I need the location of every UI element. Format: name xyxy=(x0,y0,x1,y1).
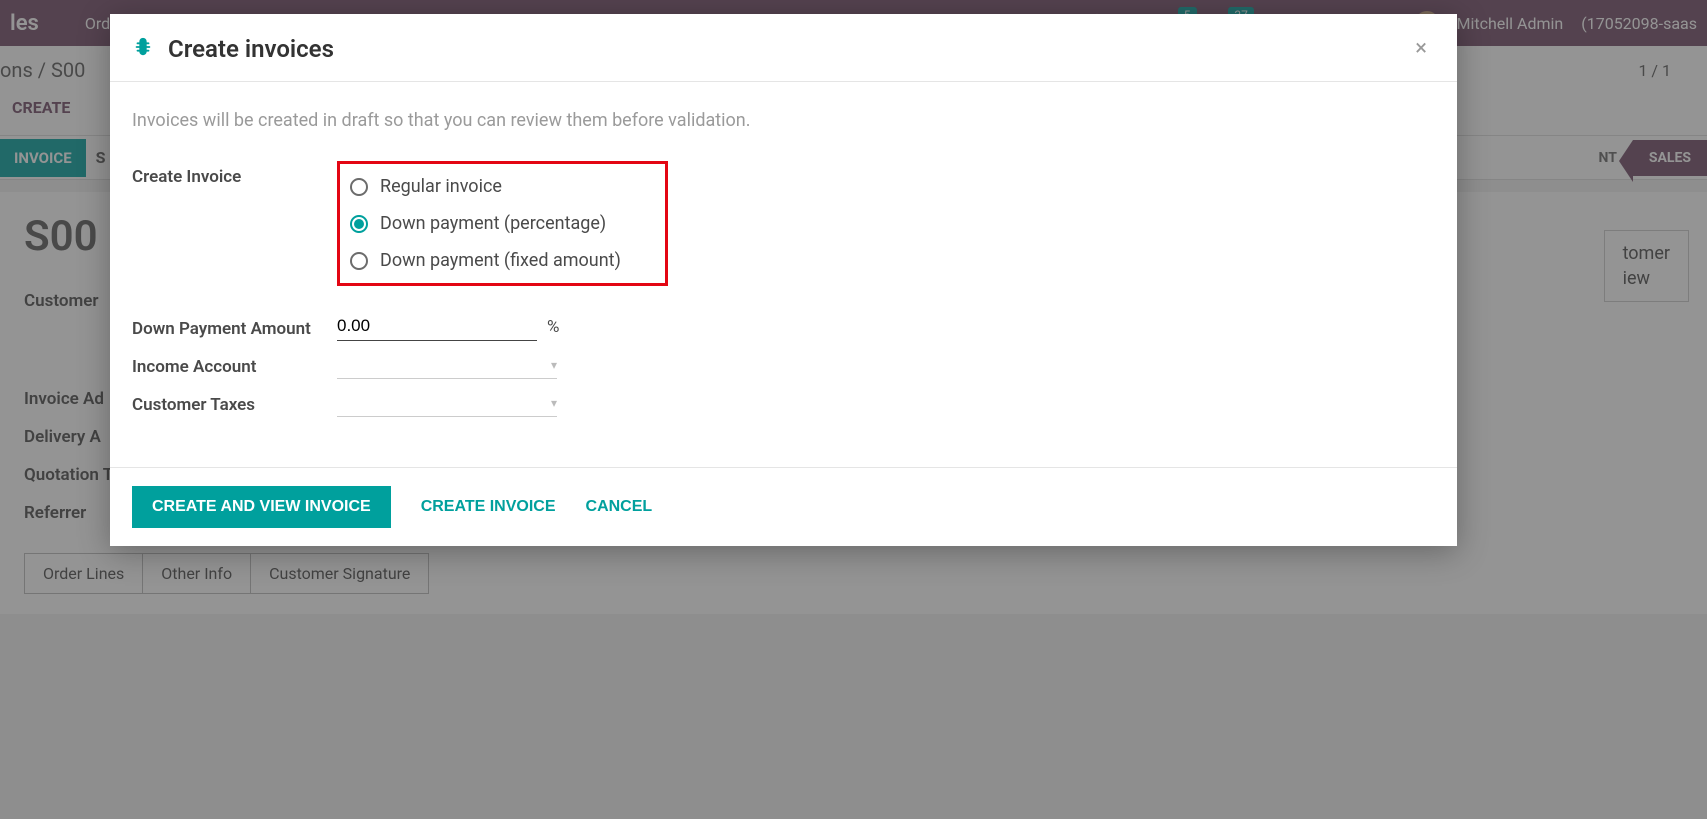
close-icon[interactable]: × xyxy=(1407,32,1435,65)
label-create-invoice: Create Invoice xyxy=(132,161,337,187)
radio-icon xyxy=(350,178,368,196)
invoice-type-radio-group: Regular invoice Down payment (percentage… xyxy=(337,161,668,286)
customer-taxes-dropdown[interactable]: ▾ xyxy=(337,389,557,417)
chevron-down-icon: ▾ xyxy=(551,358,557,372)
label-income-account: Income Account xyxy=(132,351,337,377)
label-customer-taxes: Customer Taxes xyxy=(132,389,337,415)
create-invoices-modal: Create invoices × Invoices will be creat… xyxy=(110,14,1457,546)
radio-down-payment-percentage[interactable]: Down payment (percentage) xyxy=(350,213,621,234)
radio-icon xyxy=(350,252,368,270)
radio-label-fixed: Down payment (fixed amount) xyxy=(380,250,621,271)
modal-footer: CREATE AND VIEW INVOICE CREATE INVOICE C… xyxy=(110,467,1457,546)
income-account-dropdown[interactable]: ▾ xyxy=(337,351,557,379)
radio-regular-invoice[interactable]: Regular invoice xyxy=(350,176,621,197)
modal-title: Create invoices xyxy=(168,35,334,63)
modal-body: Invoices will be created in draft so tha… xyxy=(110,82,1457,467)
label-down-payment-amount: Down Payment Amount xyxy=(132,312,337,340)
chevron-down-icon: ▾ xyxy=(551,396,557,410)
radio-label-regular: Regular invoice xyxy=(380,176,502,197)
modal-header: Create invoices × xyxy=(110,14,1457,82)
cancel-button[interactable]: CANCEL xyxy=(586,498,653,516)
radio-label-percentage: Down payment (percentage) xyxy=(380,213,606,234)
create-and-view-invoice-button[interactable]: CREATE AND VIEW INVOICE xyxy=(132,486,391,528)
radio-icon xyxy=(350,215,368,233)
down-payment-amount-input[interactable] xyxy=(337,312,537,341)
radio-down-payment-fixed[interactable]: Down payment (fixed amount) xyxy=(350,250,621,271)
modal-info-text: Invoices will be created in draft so tha… xyxy=(132,110,1435,131)
bug-icon[interactable] xyxy=(132,36,154,62)
create-invoice-button[interactable]: CREATE INVOICE xyxy=(421,498,556,516)
percent-suffix: % xyxy=(547,317,559,337)
